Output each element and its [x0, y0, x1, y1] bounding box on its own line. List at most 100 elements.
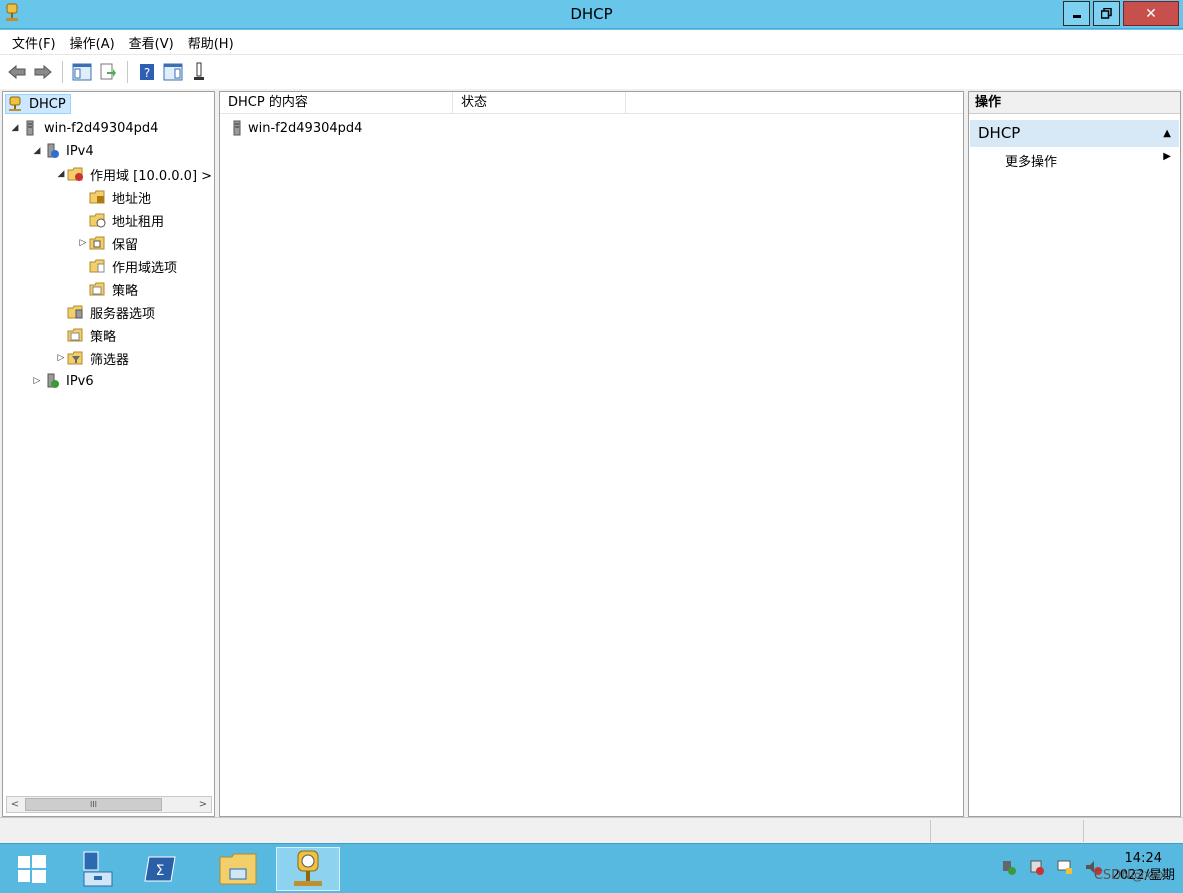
- window-title: DHCP: [570, 5, 613, 23]
- tree-label: 保留: [112, 237, 139, 253]
- actions-pane: 操作 DHCP ▲ 更多操作 ▶: [968, 91, 1181, 817]
- toolbar-separator: [62, 61, 63, 83]
- tree-item-scope[interactable]: ◢ 作用域 [10.0.0.0] >: [55, 164, 212, 184]
- dhcp-icon: [294, 850, 322, 886]
- policies-icon: [89, 282, 105, 296]
- tree-label: 地址池: [112, 191, 152, 207]
- toolbar-separator: [127, 61, 128, 83]
- tree-item-server-options[interactable]: 服务器选项: [55, 302, 155, 322]
- submenu-arrow-icon: ▶: [1163, 151, 1171, 162]
- server-icon: [26, 120, 34, 136]
- help-button[interactable]: ?: [136, 61, 158, 83]
- tree-item-reservations[interactable]: ▷ 保留: [77, 233, 138, 253]
- windows-logo-icon: [18, 855, 46, 883]
- server-options-icon: [67, 305, 83, 319]
- tree-item-dhcp[interactable]: DHCP: [5, 94, 71, 114]
- expand-icon[interactable]: ▷: [31, 376, 43, 386]
- tree-item-scope-options[interactable]: 作用域选项: [77, 256, 177, 276]
- taskbar-file-explorer[interactable]: [206, 847, 270, 891]
- more-actions-item[interactable]: 更多操作 ▶: [1005, 151, 1173, 170]
- tree-item-scope-policies[interactable]: 策略: [77, 279, 138, 299]
- scrollbar-thumb[interactable]: III: [25, 798, 162, 811]
- dhcp-icon: [9, 96, 21, 111]
- collapse-icon[interactable]: ◢: [31, 146, 43, 156]
- expand-icon[interactable]: ▷: [55, 353, 67, 363]
- menu-bar: 文件(F) 操作(A) 查看(V) 帮助(H): [0, 30, 1183, 54]
- clock-time: 14:24: [1124, 851, 1162, 866]
- menu-file[interactable]: 文件(F): [6, 33, 64, 52]
- tree-label: DHCP: [29, 96, 66, 112]
- menu-action[interactable]: 操作(A): [64, 33, 123, 52]
- forward-button[interactable]: [32, 61, 54, 83]
- scope-options-icon: [89, 259, 105, 273]
- taskbar-dhcp[interactable]: [276, 847, 340, 891]
- address-leases-icon: [89, 213, 106, 228]
- tree-label: IPv6: [66, 373, 94, 389]
- tree-item-address-leases[interactable]: 地址租用: [77, 210, 164, 230]
- tree-item-policies[interactable]: 策略: [55, 325, 116, 345]
- tree-item-ipv4[interactable]: ◢ IPv4: [31, 141, 94, 161]
- restore-button[interactable]: [1093, 1, 1120, 26]
- tree-item-server[interactable]: ◢ win-f2d49304pd4: [9, 118, 158, 138]
- scroll-right-icon[interactable]: >: [195, 797, 211, 812]
- powershell-icon: Σ: [144, 856, 176, 882]
- start-button[interactable]: [0, 847, 64, 891]
- export-list-button[interactable]: [97, 61, 119, 83]
- back-button[interactable]: [6, 61, 28, 83]
- tree-label: 筛选器: [90, 352, 130, 368]
- collapse-icon[interactable]: ◢: [9, 123, 21, 133]
- tree-label: win-f2d49304pd4: [44, 120, 159, 136]
- expand-icon[interactable]: ▷: [77, 238, 89, 248]
- list-header: DHCP 的内容 状态: [220, 92, 963, 114]
- minimize-button[interactable]: [1063, 1, 1090, 26]
- svg-text:?: ?: [144, 66, 150, 80]
- action-center-flag-icon[interactable]: [1028, 858, 1046, 876]
- tree-label: 策略: [112, 283, 139, 299]
- help-icon: ?: [140, 64, 154, 80]
- show-action-pane-button[interactable]: [162, 61, 184, 83]
- filters-icon: [67, 351, 83, 365]
- folder-icon: [219, 853, 257, 885]
- close-icon: ✕: [1145, 5, 1157, 22]
- close-button[interactable]: ✕: [1123, 1, 1179, 26]
- title-bar: DHCP ✕: [0, 0, 1183, 29]
- menu-help[interactable]: 帮助(H): [182, 33, 242, 52]
- scope-folder-icon: [67, 167, 83, 181]
- server-stats-button[interactable]: [188, 61, 210, 83]
- tree-horizontal-scrollbar[interactable]: < III >: [6, 796, 212, 813]
- list-item[interactable]: win-f2d49304pd4: [230, 120, 362, 136]
- tree-item-address-pool[interactable]: 地址池: [77, 187, 151, 207]
- network-icon[interactable]: [1000, 858, 1018, 876]
- show-hide-tree-button[interactable]: [71, 61, 93, 83]
- status-divider: [1083, 820, 1084, 842]
- actions-group-dhcp[interactable]: DHCP ▲: [970, 120, 1179, 147]
- taskbar-powershell[interactable]: Σ: [128, 847, 192, 891]
- collapse-icon[interactable]: ◢: [55, 169, 67, 179]
- monitor-network-icon[interactable]: [1056, 858, 1074, 876]
- column-header-name[interactable]: DHCP 的内容: [220, 92, 453, 114]
- tree-label: 服务器选项: [90, 306, 156, 322]
- more-actions-label: 更多操作: [1005, 155, 1058, 170]
- server-manager-icon: [83, 851, 113, 887]
- watermark-text: CSDN@xxx: [1093, 868, 1167, 883]
- console-tree-icon: [72, 63, 92, 81]
- reservations-icon: [89, 236, 105, 250]
- server-icon: [233, 120, 241, 136]
- collapse-up-icon: ▲: [1163, 128, 1171, 139]
- menu-view[interactable]: 查看(V): [123, 33, 182, 52]
- forward-arrow-icon: [34, 64, 52, 80]
- ipv6-icon: [47, 373, 59, 388]
- tree-item-filters[interactable]: ▷ 筛选器: [55, 348, 129, 368]
- ipv4-icon: [47, 143, 59, 158]
- export-icon: [100, 63, 116, 80]
- taskbar-server-manager[interactable]: [64, 847, 128, 891]
- tree-label: 地址租用: [112, 214, 165, 230]
- tree-item-ipv6[interactable]: ▷ IPv6: [31, 371, 94, 391]
- scroll-left-icon[interactable]: <: [7, 797, 23, 812]
- toolbar: ?: [0, 54, 1183, 89]
- svg-text:Σ: Σ: [156, 863, 165, 879]
- tree-label: IPv4: [66, 143, 94, 159]
- action-pane-icon: [163, 63, 183, 81]
- thermometer-icon: [194, 62, 204, 80]
- column-header-status[interactable]: 状态: [453, 92, 626, 114]
